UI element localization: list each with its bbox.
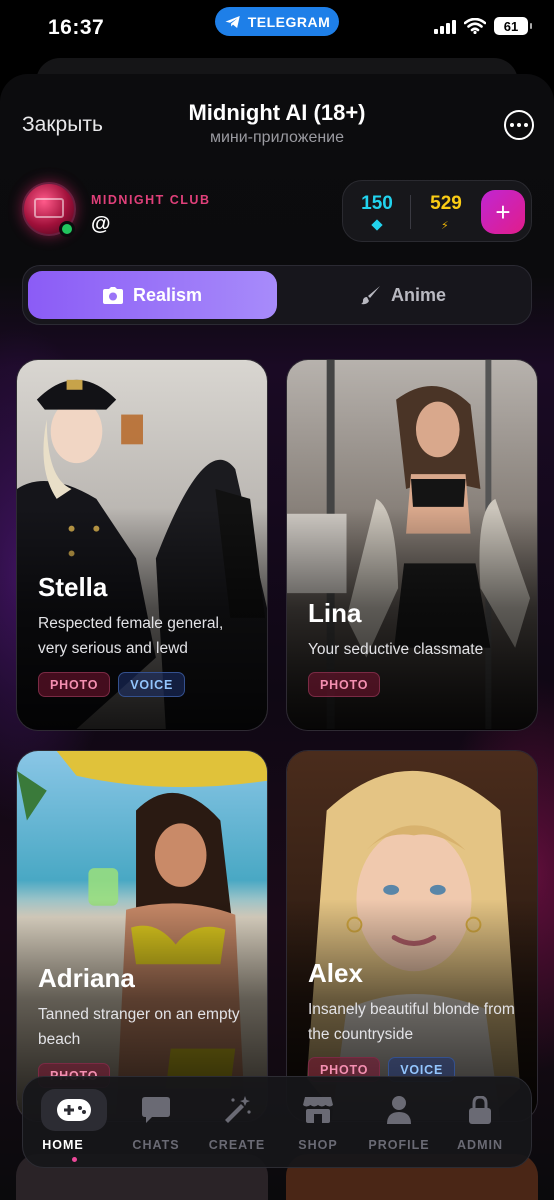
nav-shop-label: SHOP (298, 1138, 338, 1152)
nav-admin[interactable]: ADMIN (440, 1077, 520, 1169)
status-time: 16:37 (48, 16, 105, 39)
add-balance-button[interactable]: + (481, 190, 525, 234)
character-name: Alex (308, 958, 363, 988)
avatar-image (34, 198, 64, 218)
photo-tag: PHOTO (308, 672, 381, 697)
character-card[interactable]: Alex Insanely beautiful blonde from the … (286, 750, 538, 1122)
nav-profile-label: PROFILE (368, 1138, 430, 1152)
lock-icon (469, 1096, 491, 1124)
photo-tag: PHOTO (38, 672, 111, 697)
magic-wand-icon (225, 1096, 251, 1123)
status-icons: 61 (434, 17, 532, 35)
gamepad-icon (57, 1099, 91, 1121)
character-description: Your seductive classmate (308, 641, 484, 658)
nav-home-label: HOME (42, 1138, 84, 1152)
wifi-icon (464, 18, 486, 34)
mini-app-sheet: Закрыть Midnight AI (18+) мини-приложени… (0, 74, 554, 1200)
character-description: Respected female general, very serious a… (38, 615, 224, 657)
nav-profile[interactable]: PROFILE (359, 1077, 439, 1169)
character-card[interactable]: Adriana Tanned stranger on an empty beac… (16, 750, 268, 1122)
nav-create-label: CREATE (208, 1138, 266, 1152)
chat-icon (142, 1097, 170, 1123)
character-description: Tanned stranger on an empty beach (38, 1006, 240, 1048)
character-description: Insanely beautiful blonde from the count… (308, 1001, 515, 1043)
app-title: Midnight AI (18+) (188, 100, 366, 125)
nav-chats-label: CHATS (132, 1138, 180, 1152)
gem-balance: 150 (361, 193, 393, 214)
user-icon (387, 1096, 411, 1124)
character-card[interactable]: Stella Respected female general, very se… (16, 359, 268, 731)
cellular-icon (434, 18, 456, 34)
status-bar: 16:37 TELEGRAM 61 (0, 0, 554, 58)
nav-create[interactable]: CREATE (197, 1077, 277, 1169)
nav-shop[interactable]: SHOP (278, 1077, 358, 1169)
tab-anime-label: Anime (390, 284, 446, 305)
club-label: MIDNIGHT CLUB (91, 193, 211, 207)
store-icon (303, 1097, 333, 1123)
telegram-pill[interactable]: TELEGRAM (215, 7, 339, 36)
battery-level: 61 (503, 18, 519, 34)
camera-icon (102, 286, 123, 304)
tab-realism-label: Realism (132, 284, 203, 305)
character-name: Lina (308, 598, 362, 628)
voice-tag: VOICE (118, 672, 186, 697)
app-subtitle: мини-приложение (209, 129, 345, 146)
telegram-icon (225, 15, 240, 28)
nav-chats[interactable]: CHATS (116, 1077, 196, 1169)
style-switcher: Realism Anime (22, 265, 532, 325)
energy-balance: 529 (430, 193, 462, 214)
character-name: Stella (38, 572, 108, 602)
online-status-dot (59, 221, 75, 237)
nav-admin-label: ADMIN (457, 1138, 503, 1152)
character-card[interactable]: Lina Your seductive classmate PHOTO (286, 359, 538, 731)
user-handle: @ (91, 213, 111, 235)
active-indicator (72, 1157, 77, 1162)
gem-icon (371, 219, 383, 231)
tab-anime[interactable]: Anime (279, 271, 528, 319)
nav-home[interactable]: HOME (23, 1077, 107, 1169)
telegram-label: TELEGRAM (247, 13, 331, 30)
tab-realism[interactable]: Realism (28, 271, 277, 319)
brush-icon (360, 286, 380, 305)
battery-icon: 61 (494, 17, 532, 35)
balance-panel: 150 529 ⚡ + (342, 180, 532, 242)
more-options-button[interactable] (504, 110, 534, 140)
character-name: Adriana (38, 963, 135, 993)
more-dots-icon (510, 123, 514, 127)
balance-divider (410, 195, 411, 229)
lightning-icon: ⚡ (441, 220, 449, 232)
bottom-navigation: HOME CHATS CREATE SHOP PROFILE ADMIN (22, 1076, 532, 1168)
telegram-header: Закрыть Midnight AI (18+) мини-приложени… (0, 74, 554, 174)
